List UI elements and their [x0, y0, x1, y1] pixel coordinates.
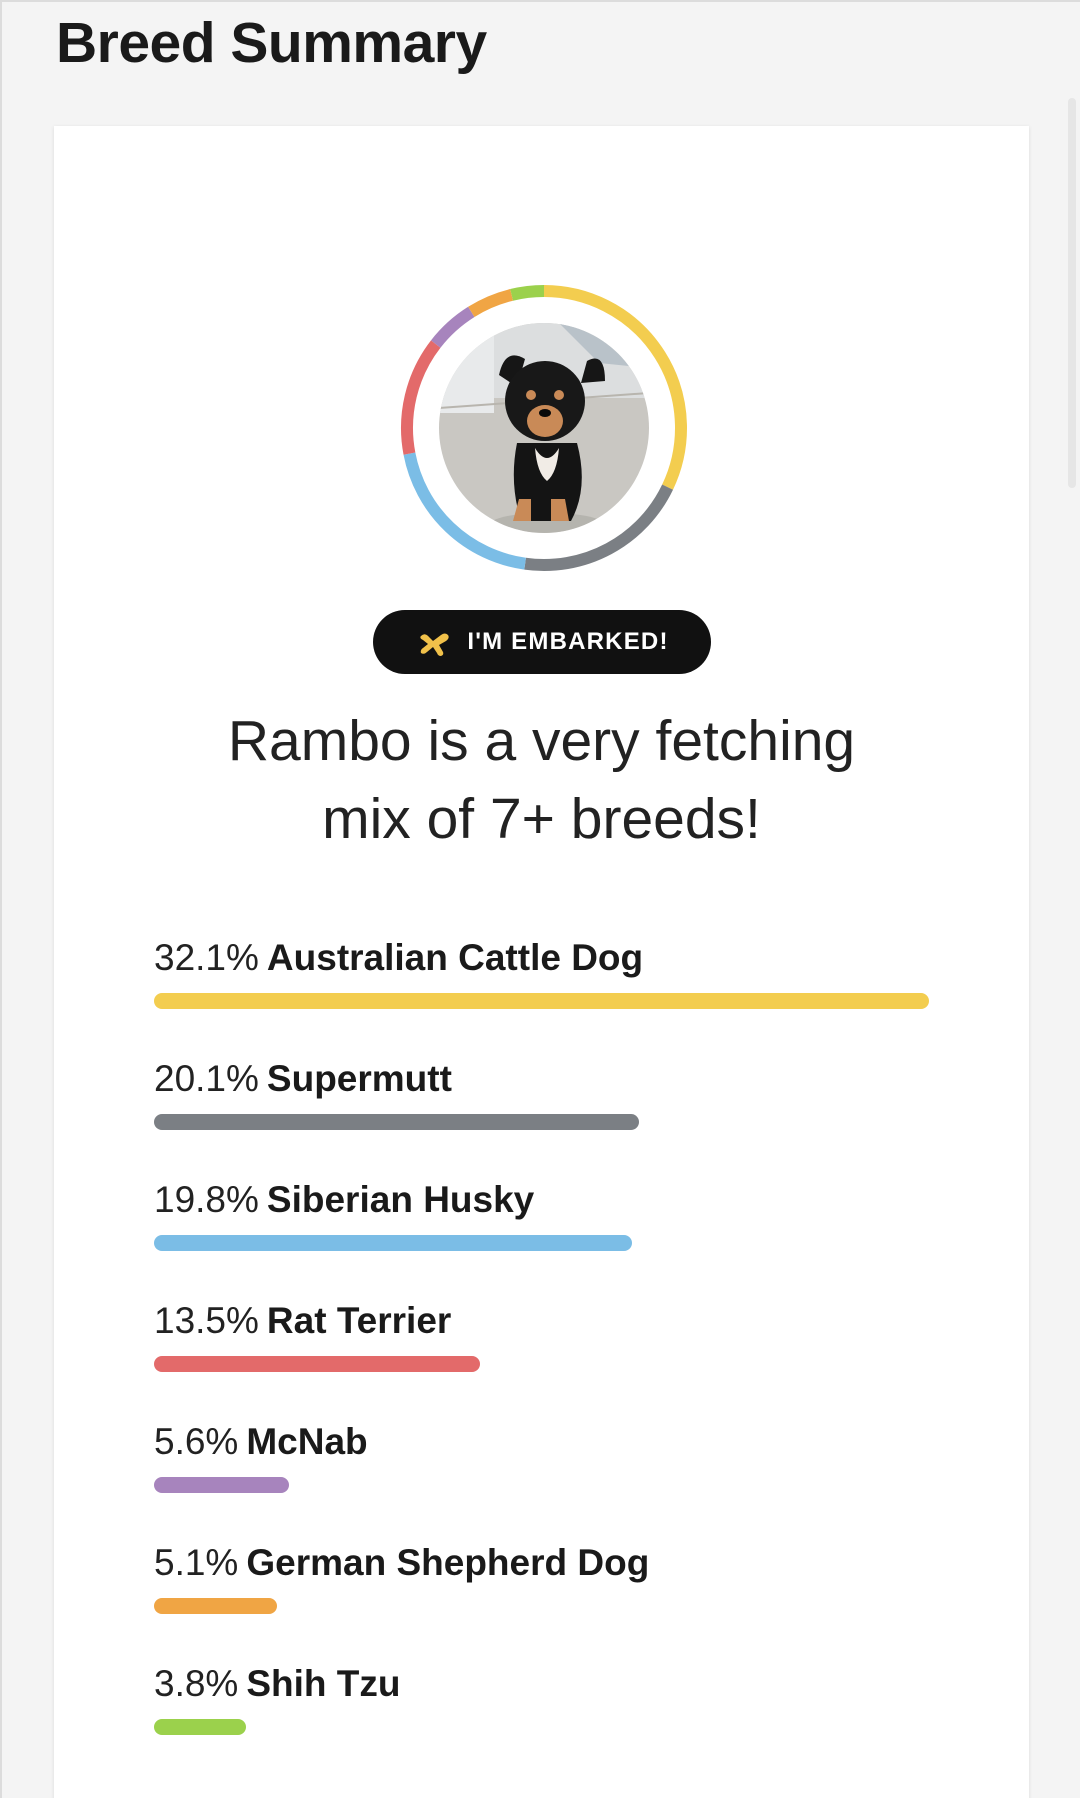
breed-bar [154, 1719, 246, 1735]
ring-segment [468, 289, 514, 318]
breed-bar [154, 993, 929, 1009]
breed-row[interactable]: 20.1% Supermutt [154, 1057, 929, 1178]
dog-image [439, 323, 649, 533]
ring-segment [510, 285, 545, 301]
breed-row[interactable]: 13.5% Rat Terrier [154, 1299, 929, 1420]
embarked-badge[interactable]: I'M EMBARKED! [373, 610, 711, 674]
breed-bar [154, 1356, 480, 1372]
page-title: Breed Summary [56, 11, 487, 75]
breed-name: Siberian Husky [266, 1179, 535, 1220]
headline-line-1: Rambo is a very fetching [227, 709, 856, 773]
breed-row[interactable]: 19.8% Siberian Husky [154, 1178, 929, 1299]
breed-row[interactable]: 5.1% German Shepherd Dog [154, 1541, 929, 1662]
breed-ring-chart [399, 283, 689, 573]
breed-percentage: 5.1% [154, 1542, 239, 1583]
breed-name: Australian Cattle Dog [266, 937, 644, 978]
breed-name: German Shepherd Dog [246, 1542, 650, 1583]
breed-list: 32.1% Australian Cattle Dog 20.1% Supermutt… [154, 936, 929, 1783]
breed-headline: Rambo is a very fetching mix of 7+ breed… [114, 702, 969, 858]
breed-row[interactable]: 3.8% Shih Tzu [154, 1662, 929, 1783]
breed-label: 5.6% McNab [154, 1420, 368, 1464]
breed-percentage: 3.8% [154, 1663, 239, 1704]
breed-label: 5.1% German Shepherd Dog [154, 1541, 649, 1585]
breed-label: 13.5% Rat Terrier [154, 1299, 451, 1343]
breed-bar [154, 1598, 278, 1614]
breed-row[interactable]: 32.1% Australian Cattle Dog [154, 936, 929, 1057]
breed-row[interactable]: 5.6% McNab [154, 1420, 929, 1541]
breed-percentage: 13.5% [154, 1300, 259, 1341]
breed-percentage: 32.1% [154, 937, 259, 978]
dog-photo[interactable] [439, 323, 649, 533]
breed-label: 3.8% Shih Tzu [154, 1662, 401, 1706]
breed-percentage: 19.8% [154, 1179, 259, 1220]
breed-name: Shih Tzu [246, 1663, 401, 1704]
breed-label: 20.1% Supermutt [154, 1057, 452, 1101]
breed-bar [154, 1477, 290, 1493]
breed-bar [154, 1114, 640, 1130]
breed-label: 32.1% Australian Cattle Dog [154, 936, 643, 980]
scrollbar[interactable] [1068, 98, 1076, 488]
breed-summary-page: Breed Summary I'M EMBARKED! Rambo is a v… [0, 0, 1080, 1798]
headline-line-2: mix of 7+ breeds! [322, 787, 761, 851]
breed-percentage: 5.6% [154, 1421, 239, 1462]
dog-balloon-icon [420, 633, 450, 656]
breed-name: Supermutt [266, 1058, 452, 1099]
breed-label: 19.8% Siberian Husky [154, 1178, 534, 1222]
breed-name: McNab [246, 1421, 368, 1462]
breed-bar [154, 1235, 633, 1251]
badge-label: I'M EMBARKED! [467, 628, 669, 655]
breed-summary-card: I'M EMBARKED! Rambo is a very fetching m… [54, 126, 1029, 1798]
breed-percentage: 20.1% [154, 1058, 259, 1099]
breed-name: Rat Terrier [266, 1300, 452, 1341]
